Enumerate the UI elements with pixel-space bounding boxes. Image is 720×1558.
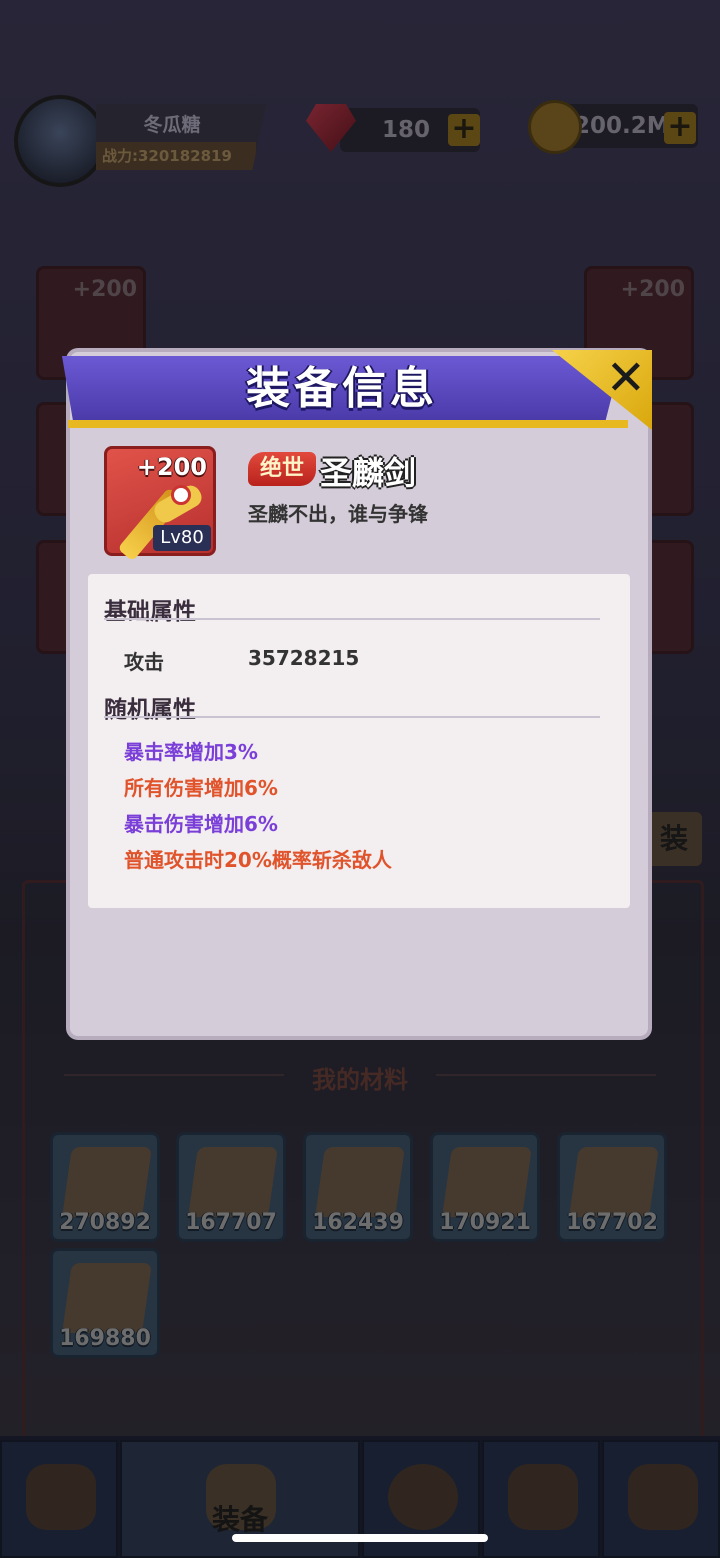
item-enhance-level: +200 <box>136 453 207 481</box>
random-stat: 暴击伤害增加6% <box>124 812 278 836</box>
item-name: 圣麟剑 <box>320 454 417 492</box>
random-attributes-heading: 随机属性 <box>104 697 196 723</box>
random-stat: 暴击率增加3% <box>124 740 258 764</box>
item-icon: +200 Lv80 <box>104 446 216 562</box>
sword-gem <box>171 485 191 505</box>
dialog-title: 装备信息 <box>246 363 438 414</box>
base-attributes-heading: 基础属性 <box>104 599 196 625</box>
close-icon: ✕ <box>605 350 646 406</box>
item-level: Lv80 <box>153 525 211 551</box>
rarity-badge: 绝世 <box>248 452 316 486</box>
stat-value: 35728215 <box>248 646 360 670</box>
random-stat: 所有伤害增加6% <box>124 776 278 800</box>
random-stat: 普通攻击时20%概率斩杀敌人 <box>124 848 392 872</box>
item-description: 圣麟不出，谁与争锋 <box>248 502 428 526</box>
section-divider <box>104 716 600 718</box>
home-indicator <box>232 1534 488 1542</box>
stat-name: 攻击 <box>124 650 164 674</box>
section-divider <box>104 618 600 620</box>
